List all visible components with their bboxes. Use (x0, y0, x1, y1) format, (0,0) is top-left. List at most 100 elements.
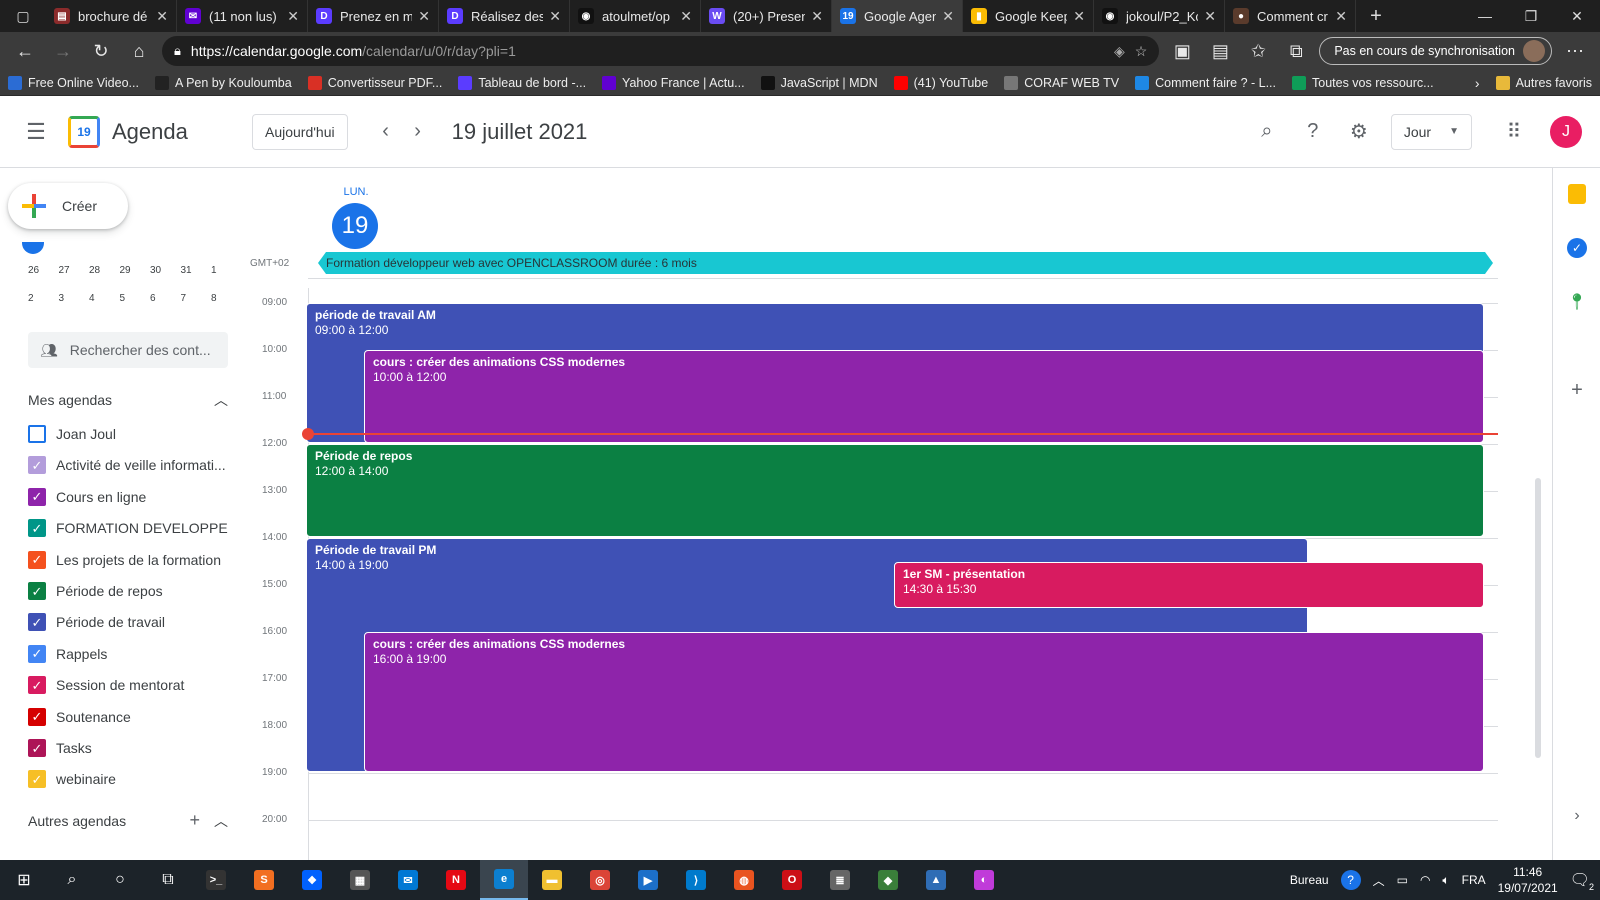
calendar-list-item[interactable]: ✓ webinaire (28, 767, 228, 791)
bookmark-item[interactable]: Convertisseur PDF... (307, 75, 442, 90)
browser-tab[interactable]: 19 Google Agen ✕ (832, 0, 963, 32)
calendar-checkbox[interactable]: ✓ (28, 487, 46, 506)
tasks-icon[interactable]: ✓ (1565, 236, 1589, 260)
volume-icon[interactable]: 🔈︎ (1442, 873, 1449, 888)
previous-day-button[interactable]: ‹ (370, 116, 402, 148)
extension-icon[interactable]: ▣ (1167, 36, 1197, 66)
mini-calendar-day[interactable]: 7 (173, 293, 204, 304)
notification-center-icon[interactable]: 🗨︎ 2 (1570, 870, 1594, 892)
desktop-label[interactable]: Bureau (1290, 873, 1329, 887)
browser-tab[interactable]: D Réalisez des ✕ (439, 0, 570, 32)
mini-calendar-day[interactable]: 31 (173, 265, 204, 276)
mini-calendar-day[interactable]: 4 (81, 293, 112, 304)
calendar-checkbox[interactable]: ✓ (28, 707, 46, 726)
tab-close-icon[interactable]: ✕ (942, 8, 954, 25)
user-avatar[interactable]: J (1550, 115, 1582, 148)
vscode-taskbar-icon[interactable]: ⟩ (672, 860, 720, 900)
ubuntu-taskbar-icon[interactable]: ◍ (720, 860, 768, 900)
mini-calendar-day[interactable]: 29 (112, 265, 143, 276)
battery-icon[interactable]: ▭ (1397, 873, 1408, 887)
keep-icon[interactable] (1565, 182, 1589, 206)
browser-tab[interactable]: W (20+) Presen ✕ (701, 0, 832, 32)
bookmark-item[interactable]: Tableau de bord -... (458, 75, 586, 90)
day-number[interactable]: 19 (332, 203, 378, 249)
bookmarks-overflow-icon[interactable]: › (1475, 75, 1480, 91)
opera-taskbar-icon[interactable]: O (768, 860, 816, 900)
calendar-list-item[interactable]: ✓ Rappels (28, 642, 228, 666)
browser-tab[interactable]: ▤ brochure dé ✕ (46, 0, 177, 32)
calendar-checkbox[interactable]: ✓ (28, 519, 46, 538)
home-button[interactable]: ⌂ (124, 36, 154, 66)
mini-calendar-day[interactable]: 6 (142, 293, 173, 304)
edge-taskbar-icon[interactable]: e (480, 860, 528, 900)
calendar-list-item[interactable]: Joan Joul (28, 422, 228, 446)
other-favorites-folder[interactable]: Autres favoris (1495, 75, 1592, 90)
address-bar[interactable]: 🔒︎ https://calendar.google.com/calendar/… (162, 36, 1160, 66)
back-button[interactable]: ← (10, 36, 40, 66)
forward-button[interactable]: → (48, 36, 78, 66)
help-tray-icon[interactable]: ? (1340, 870, 1361, 890)
mini-calendar-day[interactable]: 3 (51, 293, 82, 304)
add-calendar-plus-icon[interactable]: + (189, 810, 200, 831)
calendar-list-item[interactable]: ✓ Les projets de la formation (28, 548, 228, 572)
tab-close-icon[interactable]: ✕ (811, 8, 823, 25)
calendar-list-item[interactable]: ✓ Tasks (28, 736, 228, 760)
more-menu-icon[interactable]: ⋯ (1560, 36, 1590, 66)
new-tab-button[interactable]: + (1356, 0, 1396, 32)
mini-calendar-day[interactable]: 5 (112, 293, 143, 304)
dropbox-taskbar-icon[interactable]: ❖ (288, 860, 336, 900)
mini-calendar-day[interactable]: 26 (20, 265, 51, 276)
search-icon[interactable]: ⌕ (1247, 112, 1287, 152)
mini-calendar-day[interactable]: 27 (51, 265, 82, 276)
time-grid[interactable]: 09:00 10:00 11:00 12:00 13:00 14:00 15:00 16:00… (240, 288, 1510, 860)
browser-tab[interactable]: ◉ jokoul/P2_Kc ✕ (1094, 0, 1225, 32)
calendar-checkbox[interactable] (28, 425, 46, 443)
calendar-list-item[interactable]: ✓ Cours en ligne (28, 485, 228, 509)
calendar-checkbox[interactable]: ✓ (28, 456, 46, 475)
collections-icon[interactable]: ⧉ (1281, 36, 1311, 66)
calendar-list-item[interactable]: ✓ Période de travail (28, 610, 228, 634)
tab-close-icon[interactable]: ✕ (1204, 8, 1216, 25)
close-window-button[interactable]: ✕ (1554, 0, 1600, 32)
bookmark-item[interactable]: JavaScript | MDN (760, 75, 878, 90)
calendar-event[interactable]: Période de repos 12:00 à 14:00 (306, 444, 1484, 537)
browser-tab[interactable]: ▮ Google Keep ✕ (963, 0, 1094, 32)
media-taskbar-icon[interactable]: ▶ (624, 860, 672, 900)
bookmark-item[interactable]: Toutes vos ressourc... (1292, 75, 1434, 90)
settings-gear-icon[interactable]: ⚙ (1339, 112, 1379, 152)
task-view-icon[interactable]: ⧉ (144, 860, 192, 900)
reload-button[interactable]: ↻ (86, 36, 116, 66)
help-icon[interactable]: ? (1293, 112, 1333, 152)
profile-sync-button[interactable]: Pas en cours de synchronisation (1319, 37, 1552, 65)
mail-taskbar-icon[interactable]: ✉ (384, 860, 432, 900)
mini-calendar-day[interactable]: 2 (20, 293, 51, 304)
tab-actions-icon[interactable]: ▢ (0, 0, 46, 32)
search-people-input[interactable]: 👥︎ Rechercher des cont... (28, 332, 228, 368)
browser-tab[interactable]: ◉ atoulmet/op ✕ (570, 0, 701, 32)
calendar-event[interactable]: 1er SM - présentation 14:30 à 15:30 (894, 561, 1484, 608)
calendar-checkbox[interactable]: ✓ (28, 613, 46, 632)
apps-grid-icon[interactable]: ⠿ (1494, 112, 1534, 152)
extension-icon-2[interactable]: ▤ (1205, 36, 1235, 66)
git-taskbar-icon[interactable]: ◆ (864, 860, 912, 900)
tab-close-icon[interactable]: ✕ (418, 8, 430, 25)
maps-icon[interactable]: 📍︎ (1565, 290, 1589, 314)
expand-panel-icon[interactable]: › (1565, 804, 1589, 828)
browser-tab[interactable]: ✉ (11 non lus) ✕ (177, 0, 308, 32)
tab-close-icon[interactable]: ✕ (156, 8, 168, 25)
browser-tab[interactable]: ● Comment cr ✕ (1225, 0, 1356, 32)
mini-calendar-day[interactable]: 30 (142, 265, 173, 276)
tab-close-icon[interactable]: ✕ (287, 8, 299, 25)
show-hidden-icons-icon[interactable]: ︿ (1373, 872, 1385, 889)
all-day-event[interactable]: Formation développeur web avec OPENCLASS… (318, 252, 1493, 274)
browser-tab[interactable]: D Prenez en m ✕ (308, 0, 439, 32)
windows-start-icon[interactable]: ⊞ (0, 860, 48, 900)
network-icon[interactable]: ◠ (1420, 873, 1430, 887)
favorites-icon[interactable]: ✩ (1243, 36, 1273, 66)
main-menu-icon[interactable]: ☰ (12, 108, 60, 156)
calendar-event[interactable]: cours : créer des animations CSS moderne… (364, 632, 1484, 772)
bookmark-item[interactable]: Comment faire ? - L... (1135, 75, 1276, 90)
today-button[interactable]: Aujourd'hui (252, 113, 348, 150)
calendar-checkbox[interactable]: ✓ (28, 676, 46, 695)
other-calendars-header[interactable]: Autres agendas + ︿ (28, 810, 228, 831)
